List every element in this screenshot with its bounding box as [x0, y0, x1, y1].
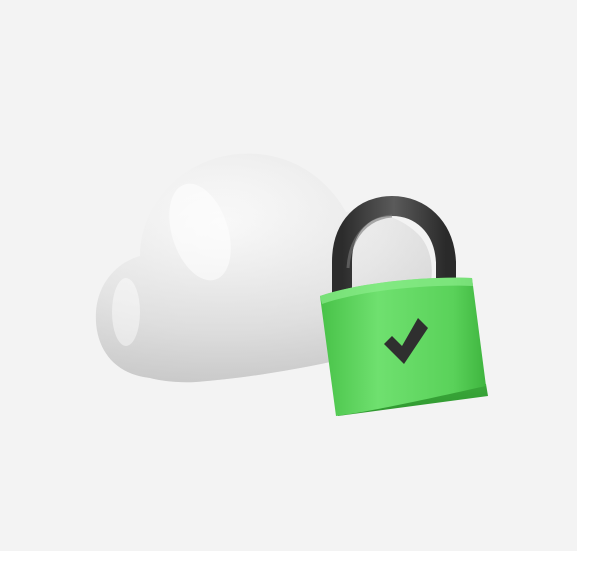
illustration-canvas [0, 0, 577, 551]
cloud-lock-illustration [95, 153, 488, 416]
